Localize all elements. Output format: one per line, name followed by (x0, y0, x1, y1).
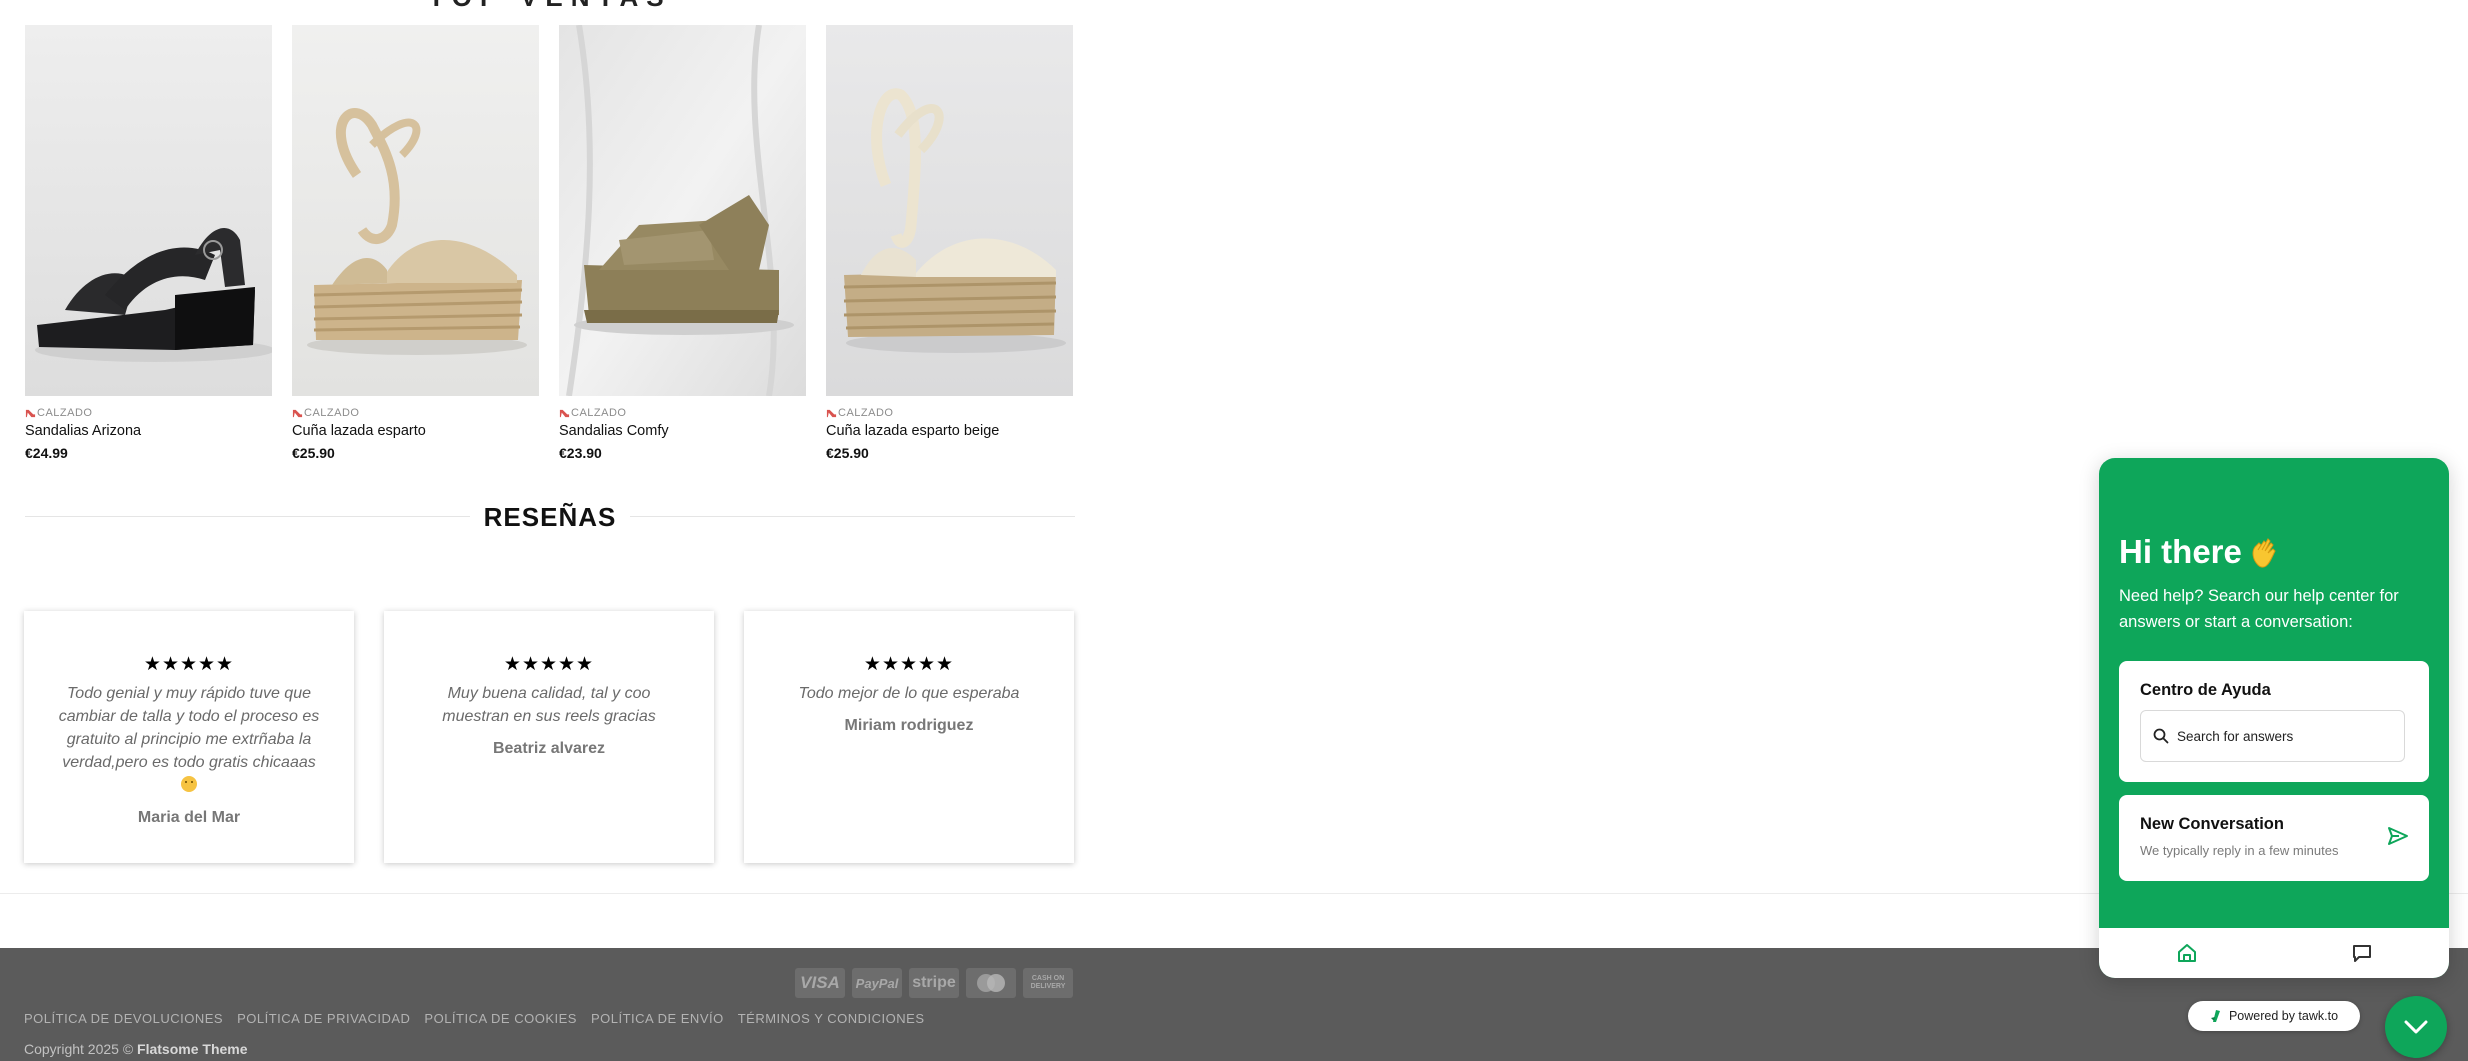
review-card: ★★★★★ Todo genial y muy rápido tuve que … (24, 611, 354, 863)
visa-icon: VISA (795, 968, 845, 998)
search-placeholder: Search for answers (2177, 728, 2294, 744)
review-author: Beatriz alvarez (492, 740, 606, 757)
product-name[interactable]: Cuña lazada esparto beige (826, 423, 1073, 439)
help-center-card: Centro de Ayuda Search for answers (2119, 661, 2429, 782)
chevron-down-icon (2404, 1020, 2428, 1034)
help-search-input[interactable]: Search for answers (2140, 710, 2405, 762)
rating-stars: ★★★★★ (503, 654, 595, 675)
product-price: €24.99 (25, 445, 68, 461)
link-privacidad[interactable]: POLÍTICA DE PRIVACIDAD (237, 1011, 410, 1026)
copyright: Copyright 2025 © Flatsome Theme (24, 1041, 248, 1057)
rating-stars: ★★★★★ (863, 654, 955, 675)
chat-widget: Hi there Need help? Search our help cent… (2099, 458, 2449, 978)
link-envio[interactable]: POLÍTICA DE ENVÍO (591, 1011, 724, 1026)
waving-hand-icon (2252, 538, 2276, 568)
product-category[interactable]: CALZADO (292, 407, 539, 419)
review-text: Muy buena calidad, tal y coo muestran en… (442, 685, 656, 725)
product-image-sandalias-arizona[interactable] (25, 25, 272, 396)
product-category[interactable]: CALZADO (25, 407, 272, 419)
stripe-icon: stripe (909, 968, 959, 998)
section-title-top-ventas: TOP VENTAS (0, 0, 1100, 13)
heel-icon (559, 409, 570, 417)
review-card: ★★★★★ Todo mejor de lo que esperaba Miri… (744, 611, 1074, 863)
review-author: Miriam rodriguez (844, 717, 974, 734)
review-text: Todo mejor de lo que esperaba (798, 685, 1020, 702)
product-card[interactable]: CALZADO Cuña lazada esparto beige €25.90 (826, 25, 1073, 461)
mastercard-icon (966, 968, 1016, 998)
product-name[interactable]: Sandalias Comfy (559, 423, 806, 439)
chat-tabs (2099, 928, 2449, 978)
slightly-smiling-face-icon (181, 776, 197, 792)
product-name[interactable]: Cuña lazada esparto (292, 423, 539, 439)
chat-bubble-icon (2352, 945, 2371, 962)
reply-time-note: We typically reply in a few minutes (2140, 843, 2339, 858)
product-card[interactable]: CALZADO Sandalias Comfy €23.90 (559, 25, 806, 461)
product-category[interactable]: CALZADO (559, 407, 806, 419)
new-conversation-title: New Conversation (2140, 815, 2284, 833)
theme-link[interactable]: Flatsome Theme (137, 1041, 247, 1057)
link-cookies[interactable]: POLÍTICA DE COOKIES (424, 1011, 577, 1026)
product-price: €25.90 (826, 445, 869, 461)
review-card: ★★★★★ Muy buena calidad, tal y coo muest… (384, 611, 714, 863)
link-terminos[interactable]: TÉRMINOS Y CONDICIONES (738, 1011, 925, 1026)
product-card[interactable]: CALZADO Sandalias Arizona €24.99 (25, 25, 272, 461)
product-grid: CALZADO Sandalias Arizona €24.99 CALZADO… (25, 25, 1075, 465)
send-icon (2388, 827, 2408, 845)
chat-launcher-button[interactable] (2385, 996, 2447, 1058)
tab-conversations[interactable] (2274, 928, 2449, 978)
product-image-sandalias-comfy[interactable] (559, 25, 806, 396)
heel-icon (292, 409, 303, 417)
heel-icon (826, 409, 837, 417)
section-divider (0, 893, 2468, 894)
product-category[interactable]: CALZADO (826, 407, 1073, 419)
rating-stars: ★★★★★ (143, 654, 235, 675)
chat-greeting: Hi there (2119, 533, 2280, 571)
review-author: Maria del Mar (137, 809, 241, 826)
product-price: €23.90 (559, 445, 602, 461)
home-icon (2177, 944, 2196, 962)
chat-subtitle: Need help? Search our help center for an… (2119, 587, 2399, 631)
help-center-title: Centro de Ayuda (2140, 681, 2271, 699)
cash-on-delivery-icon: CASH ON DELIVERY (1023, 968, 1073, 998)
review-text: Todo genial y muy rápido tuve que cambia… (54, 682, 324, 797)
footer: VISA PayPal stripe CASH ON DELIVERY POLÍ… (0, 948, 2468, 1061)
tab-home[interactable] (2099, 928, 2274, 978)
payment-icons: VISA PayPal stripe CASH ON DELIVERY (795, 968, 1073, 998)
search-icon (2153, 728, 2169, 744)
product-name[interactable]: Sandalias Arizona (25, 423, 272, 439)
reviews-title: RESEÑAS (469, 502, 631, 532)
tawk-logo-icon (2210, 1010, 2220, 1022)
product-image-cuna-lazada-esparto[interactable] (292, 25, 539, 396)
link-devoluciones[interactable]: POLÍTICA DE DEVOLUCIONES (24, 1011, 223, 1026)
heel-icon (25, 409, 36, 417)
footer-links: POLÍTICA DE DEVOLUCIONES POLÍTICA DE PRI… (24, 1011, 925, 1026)
product-image-cuna-lazada-esparto-beige[interactable] (826, 25, 1073, 396)
product-price: €25.90 (292, 445, 335, 461)
new-conversation-button[interactable]: New Conversation We typically reply in a… (2119, 795, 2429, 881)
powered-by-tawk[interactable]: Powered by tawk.to (2188, 1001, 2360, 1031)
reviews-heading: RESEÑAS (25, 500, 1075, 532)
paypal-icon: PayPal (852, 968, 902, 998)
product-card[interactable]: CALZADO Cuña lazada esparto €25.90 (292, 25, 539, 461)
